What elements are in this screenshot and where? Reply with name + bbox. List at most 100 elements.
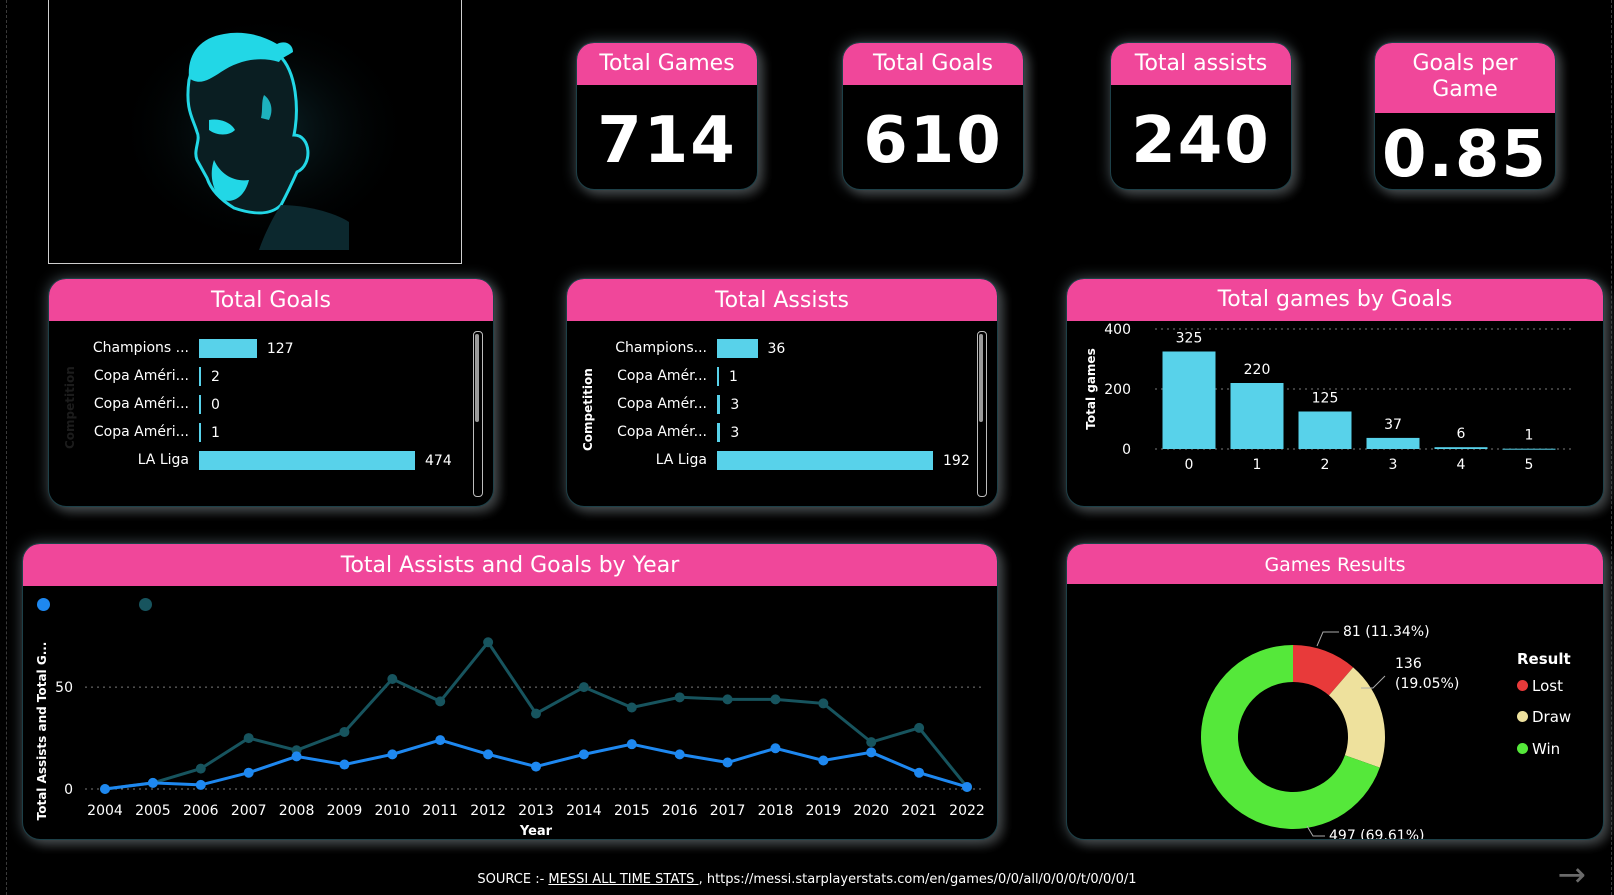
kpi-label: Total Games [577,43,757,85]
x-tick-label: 0 [1185,457,1194,473]
bar-label: Copa Amér... [617,396,707,412]
data-point [243,767,254,778]
legend-label: Win [1532,740,1561,758]
kpi-value: 0.85 [1382,118,1548,190]
bar-label: Champions... [615,340,707,356]
x-tick-label: 2013 [518,803,554,819]
source-link[interactable]: MESSI ALL TIME STATS [548,872,698,887]
bar-list: Champions ... 127 Copa Améri... 2 Copa Améri… [49,339,493,499]
data-point [722,757,733,768]
bar [199,339,257,358]
kpi-value: 714 [597,104,737,178]
legend-label: Draw [1532,708,1572,726]
scrollbar[interactable] [473,331,483,497]
legend-item-draw[interactable]: Draw [1517,708,1571,726]
legend-label: Lost [1532,677,1563,695]
bar-row[interactable]: Copa Amér... 1 [567,367,997,387]
x-tick-label: 2012 [470,803,506,819]
assists-goals-by-year-panel: Total Assists and Goals by Year 0 50 Total… [22,543,998,840]
panel-title: Games Results [1067,544,1603,584]
data-point [100,784,110,794]
x-tick-label: 2014 [566,803,602,819]
scrollbar-thumb[interactable] [979,334,983,422]
legend-item-lost[interactable]: Lost [1517,677,1563,695]
player-silhouette-icon [114,10,414,250]
legend-item-win[interactable]: Win [1517,740,1560,758]
total-assists-panel: Total Assists Competition Champions... 36… [566,278,998,507]
y-axis-title: Total Assists and Total G... [35,642,49,821]
data-point [578,682,589,693]
bar-row[interactable]: Copa Amér... 3 [567,395,997,415]
data-point [962,781,972,792]
bar-value: 474 [425,453,452,469]
games-by-goals-chart: 0 200 400 Total games 325 0 220 1 125 2 37 3 6 4 1 5 [1084,322,1575,473]
bar-value: 192 [943,453,970,469]
bar-value: 36 [767,341,786,357]
data-label: (19.05%) [1395,676,1459,692]
bar-row[interactable]: Champions... 36 [567,339,997,359]
data-point [674,749,685,760]
data-point [195,779,206,790]
y-tick-label: 400 [1104,322,1131,338]
kpi-card-total-goals: Total Goals 610 [842,42,1024,190]
bar [717,423,721,442]
bar-label: Copa Amér... [617,368,707,384]
data-point [435,735,446,746]
data-point [866,747,877,758]
assists-goals-line-chart: 0 50 Total Assists and Total G... 2004 2005 2… [35,637,985,839]
bar [717,451,933,470]
scrollbar-thumb[interactable] [475,334,479,422]
bar [199,451,415,470]
data-point [483,637,494,648]
bar-row[interactable]: LA Liga 192 [567,451,997,471]
bar [1298,411,1352,449]
kpi-label: Goals per Game [1375,43,1555,113]
bar-data-label: 220 [1244,362,1271,378]
data-point [147,777,158,788]
bar-row[interactable]: Copa Améri... 1 [49,423,493,443]
bar-row[interactable]: Copa Améri... 2 [49,367,493,387]
bar-data-label: 325 [1176,331,1203,347]
y-tick-label: 0 [1122,442,1131,458]
bar [717,339,758,358]
bar-row[interactable]: Copa Améri... 0 [49,395,493,415]
x-tick-label: 5 [1525,457,1534,473]
bar-row[interactable]: Copa Amér... 3 [567,423,997,443]
legend-swatch [1517,711,1528,722]
x-tick-label: 3 [1389,457,1398,473]
data-label: 136 [1395,656,1422,672]
bar-value: 127 [266,341,294,357]
x-tick-label: 2010 [375,803,411,819]
panel-title: Total Assists and Goals by Year [23,544,997,586]
x-tick-label: 2015 [614,803,650,819]
data-point [626,702,637,713]
panel-title: Total games by Goals [1067,279,1603,321]
leader-line [1306,825,1325,837]
data-point [339,759,350,770]
x-tick-label: 2011 [422,803,458,819]
source-prefix: SOURCE :- [477,872,549,887]
data-point [291,751,302,762]
bar-value: 1 [729,369,738,385]
data-point [435,696,446,707]
bar-data-label: 37 [1384,417,1402,433]
scrollbar[interactable] [977,331,987,497]
x-tick-label: 2009 [327,803,363,819]
bar-row[interactable]: LA Liga 474 [49,451,493,471]
y-tick-label: 200 [1104,382,1131,398]
data-point [531,761,541,772]
arrow-right-icon[interactable]: → [1558,858,1587,892]
bar-label: Copa Améri... [93,424,189,440]
x-tick-label: 2006 [183,803,219,819]
data-point [866,737,877,748]
page-left-guide [6,0,7,895]
x-tick-label: 2019 [806,803,842,819]
data-point [626,739,637,750]
kpi-card-total-assists: Total assists 240 [1110,42,1292,190]
games-by-goals-panel: Total games by Goals 0 200 400 Total games 3… [1066,278,1604,507]
x-tick-label: 1 [1253,457,1262,473]
bar [1434,447,1488,449]
bar-row[interactable]: Champions ... 127 [49,339,493,359]
bar [1502,448,1556,450]
x-tick-label: 2018 [758,803,794,819]
